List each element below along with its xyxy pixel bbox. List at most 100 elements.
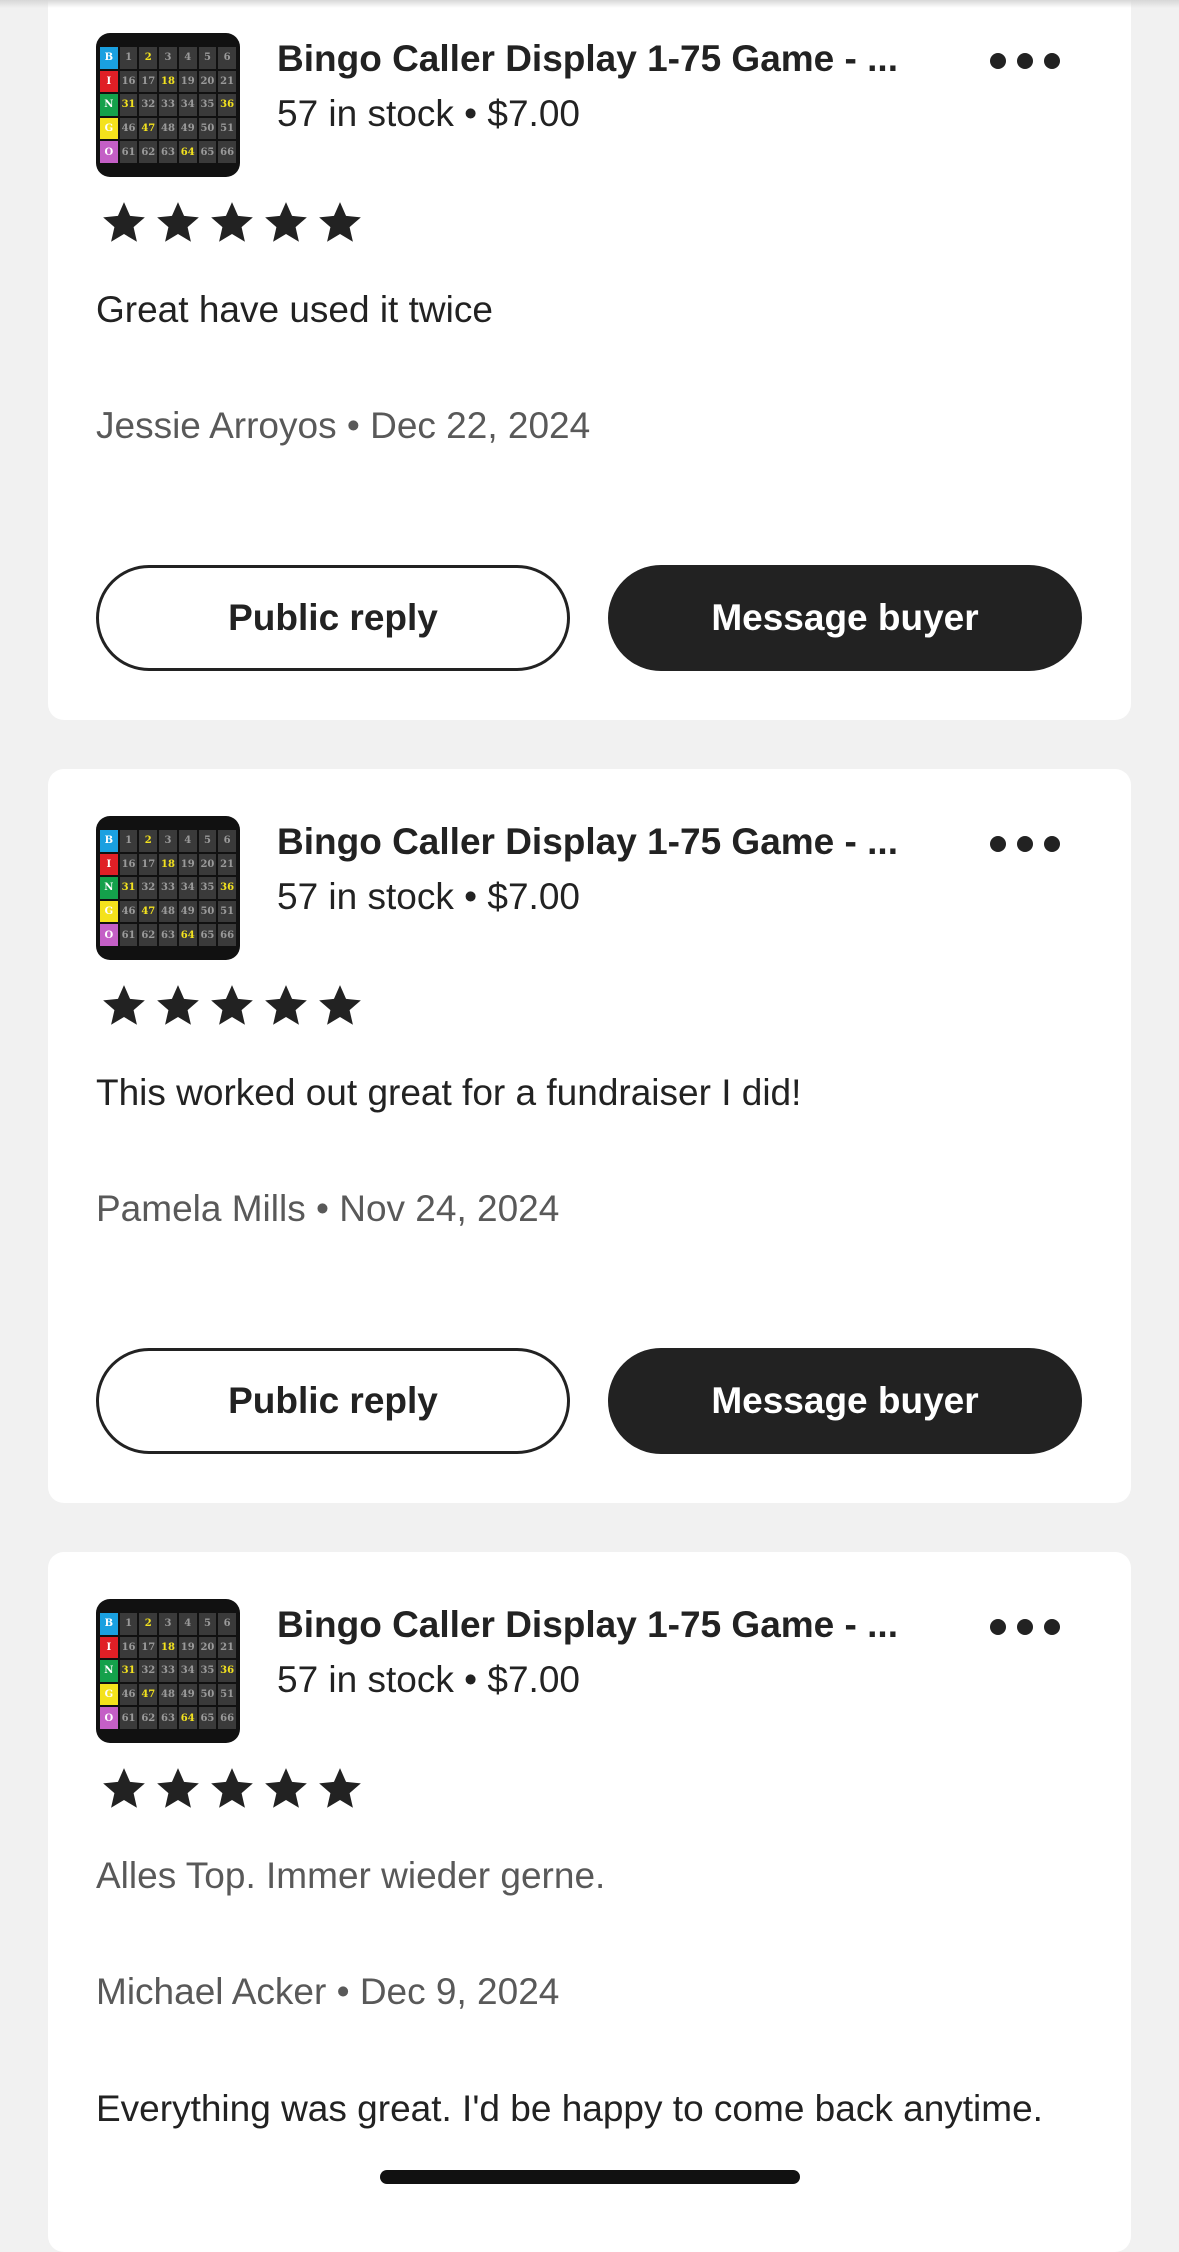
bingo-number: 34 (178, 1660, 197, 1682)
listing-title[interactable]: Bingo Caller Display 1-75 Game - ... (277, 1604, 898, 1646)
star-icon (157, 202, 199, 242)
top-shadow (0, 0, 1179, 8)
bingo-number: 63 (159, 141, 177, 163)
bingo-number: 62 (139, 1707, 158, 1729)
bingo-number: 6 (218, 47, 236, 69)
star-icon (157, 1768, 199, 1808)
listing-thumbnail[interactable]: B 1 2 3 4 5 6 I 16 17 18 19 20 21 N 31 32 33 34 35 36 G 46 47 48… (96, 1599, 240, 1743)
bingo-number: 18 (159, 853, 177, 876)
public-reply-button[interactable]: Public reply (96, 1348, 570, 1454)
star-icon (103, 1768, 145, 1808)
bingo-number: 17 (139, 853, 158, 876)
listing-stock-price: 57 in stock • $7.00 (277, 93, 580, 134)
bingo-number: 62 (139, 924, 158, 946)
bingo-number: 17 (139, 1636, 158, 1659)
bingo-number: 1 (119, 1613, 138, 1635)
bingo-number: 31 (119, 1660, 138, 1682)
bingo-number: 61 (119, 1707, 138, 1729)
bingo-number: 6 (218, 830, 236, 852)
reviewer-meta: Michael Acker • Dec 9, 2024 (96, 1971, 560, 2012)
star-icon (157, 985, 199, 1025)
bingo-number: 32 (139, 1660, 158, 1682)
star-icon (103, 202, 145, 242)
home-indicator (380, 2170, 800, 2184)
bingo-letter: B (100, 1613, 118, 1635)
bingo-number: 3 (159, 830, 177, 852)
bingo-number: 31 (119, 94, 138, 116)
bingo-number: 21 (218, 70, 236, 93)
star-icon (211, 1768, 253, 1808)
listing-thumbnail[interactable]: B 1 2 3 4 5 6 I 16 17 18 19 20 21 N 31 32 33 34 35 36 G 46 47 48… (96, 33, 240, 177)
bingo-number: 48 (159, 900, 177, 923)
listing-title[interactable]: Bingo Caller Display 1-75 Game - ... (277, 821, 898, 863)
bingo-number: 32 (139, 877, 158, 899)
review-card: B 1 2 3 4 5 6 I 16 17 18 19 20 21 N 31 32 33 34 35 36 G 46 47 48… (48, 1552, 1131, 2252)
message-buyer-button[interactable]: Message buyer (608, 1348, 1082, 1454)
bingo-number: 20 (198, 70, 217, 93)
bingo-number: 2 (139, 830, 158, 852)
bingo-letter: I (100, 1636, 118, 1659)
bingo-number: 65 (198, 924, 217, 946)
bingo-number: 5 (198, 1613, 217, 1635)
bingo-number: 47 (139, 900, 158, 923)
listing-title[interactable]: Bingo Caller Display 1-75 Game - ... (277, 38, 898, 80)
listing-thumbnail[interactable]: B 1 2 3 4 5 6 I 16 17 18 19 20 21 N 31 32 33 34 35 36 G 46 47 48… (96, 816, 240, 960)
bingo-number: 36 (218, 877, 236, 899)
bingo-letter: G (100, 1683, 118, 1706)
bingo-number: 4 (178, 1613, 197, 1635)
bingo-number: 19 (178, 1636, 197, 1659)
bingo-number: 47 (139, 117, 158, 140)
star-rating (98, 1764, 366, 1814)
more-options-icon[interactable] (990, 829, 1060, 859)
bingo-number: 20 (198, 1636, 217, 1659)
bingo-number: 3 (159, 47, 177, 69)
bingo-number: 51 (218, 117, 236, 140)
bingo-number: 1 (119, 47, 138, 69)
review-text: Great have used it twice (96, 289, 493, 330)
bingo-number: 49 (178, 117, 197, 140)
bingo-letter: I (100, 853, 118, 876)
bingo-number: 66 (218, 1707, 236, 1729)
star-icon (211, 985, 253, 1025)
reviewer-meta: Jessie Arroyos • Dec 22, 2024 (96, 405, 591, 446)
bingo-number: 66 (218, 924, 236, 946)
star-icon (211, 202, 253, 242)
bingo-number: 33 (159, 1660, 177, 1682)
bingo-number: 65 (198, 1707, 217, 1729)
bingo-letter: N (100, 1660, 118, 1682)
bingo-number: 46 (119, 1683, 138, 1706)
bingo-number: 34 (178, 877, 197, 899)
bingo-letter: B (100, 47, 118, 69)
review-text-translation: Everything was great. I'd be happy to co… (96, 2088, 1043, 2129)
bingo-number: 2 (139, 47, 158, 69)
star-icon (103, 985, 145, 1025)
message-buyer-button[interactable]: Message buyer (608, 565, 1082, 671)
bingo-number: 61 (119, 141, 138, 163)
bingo-number: 3 (159, 1613, 177, 1635)
bingo-number: 4 (178, 830, 197, 852)
star-icon (319, 202, 361, 242)
bingo-number: 18 (159, 70, 177, 93)
bingo-letter: I (100, 70, 118, 93)
bingo-number: 50 (198, 117, 217, 140)
listing-stock-price: 57 in stock • $7.00 (277, 1659, 580, 1700)
bingo-number: 6 (218, 1613, 236, 1635)
bingo-number: 64 (178, 1707, 197, 1729)
bingo-number: 64 (178, 924, 197, 946)
bingo-number: 66 (218, 141, 236, 163)
bingo-number: 1 (119, 830, 138, 852)
review-text-original: Alles Top. Immer wieder gerne. (96, 1855, 606, 1896)
bingo-letter: O (100, 141, 118, 163)
bingo-number: 2 (139, 1613, 158, 1635)
review-card: B 1 2 3 4 5 6 I 16 17 18 19 20 21 N 31 32 33 34 35 36 G 46 47 48… (48, 0, 1131, 720)
more-options-icon[interactable] (990, 1612, 1060, 1642)
bingo-number: 18 (159, 1636, 177, 1659)
bingo-number: 19 (178, 853, 197, 876)
bingo-number: 21 (218, 853, 236, 876)
bingo-letter: G (100, 117, 118, 140)
bingo-number: 36 (218, 94, 236, 116)
public-reply-button[interactable]: Public reply (96, 565, 570, 671)
more-options-icon[interactable] (990, 46, 1060, 76)
bingo-number: 51 (218, 1683, 236, 1706)
bingo-number: 35 (198, 94, 217, 116)
